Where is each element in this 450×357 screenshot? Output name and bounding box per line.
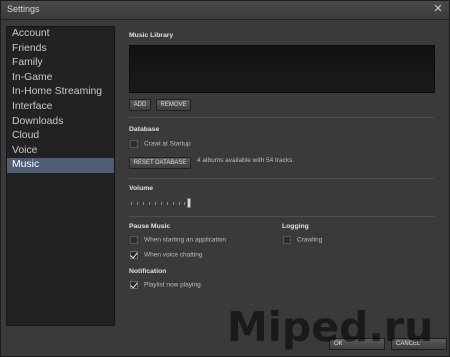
playlist-now-playing-label: Playlist now playing [144, 281, 201, 289]
sidebar-item-in-home-streaming[interactable]: In-Home Streaming [7, 85, 114, 100]
close-icon[interactable]: ✕ [431, 2, 445, 16]
music-settings-panel: Music Library ADD REMOVE Database Crawl … [122, 25, 445, 325]
pause-voice-chat-checkbox[interactable] [130, 251, 138, 259]
sidebar-item-music[interactable]: Music [7, 158, 114, 173]
settings-sidebar: Account Friends Family In-Game In-Home S… [6, 26, 115, 326]
volume-heading: Volume [129, 185, 154, 192]
sidebar-item-account[interactable]: Account [7, 27, 114, 42]
divider [129, 178, 435, 179]
slider-tick [143, 202, 144, 205]
pause-starting-app-label: When starting an application [144, 236, 227, 244]
database-heading: Database [129, 126, 160, 133]
playlist-now-playing-row[interactable]: Playlist now playing [130, 281, 201, 291]
slider-tick [149, 202, 150, 205]
slider-tick [184, 202, 185, 205]
sidebar-item-interface[interactable]: Interface [7, 100, 114, 115]
crawl-at-startup-label: Crawl at Startup [144, 140, 191, 148]
sidebar-item-downloads[interactable]: Downloads [7, 115, 114, 130]
pause-music-heading: Pause Music [129, 223, 171, 230]
database-status-text: 4 albums available with 54 tracks. [197, 157, 295, 164]
slider-tick [179, 202, 180, 205]
logging-crawling-row[interactable]: Crawling [283, 236, 322, 246]
notification-heading: Notification [129, 268, 167, 275]
slider-tick [131, 202, 132, 205]
pause-starting-app-checkbox[interactable] [130, 236, 138, 244]
sidebar-item-friends[interactable]: Friends [7, 42, 114, 57]
slider-tick [173, 202, 174, 205]
sidebar-item-in-game[interactable]: In-Game [7, 71, 114, 86]
divider [129, 216, 435, 217]
settings-window: Settings ✕ Account Friends Family In-Gam… [0, 0, 450, 357]
slider-tick [167, 202, 168, 205]
logging-heading: Logging [282, 223, 309, 230]
remove-button[interactable]: REMOVE [156, 99, 191, 111]
reset-database-button[interactable]: RESET DATABASE [129, 157, 191, 169]
sidebar-item-voice[interactable]: Voice [7, 144, 114, 159]
logging-crawling-label: Crawling [297, 236, 323, 244]
pause-voice-chat-label: When voice chatting [144, 251, 203, 259]
title-bar: Settings ✕ [1, 1, 449, 20]
add-button[interactable]: ADD [129, 99, 151, 111]
pause-voice-chat-row[interactable]: When voice chatting [130, 251, 203, 261]
crawl-at-startup-row[interactable]: Crawl at Startup [130, 140, 191, 150]
volume-slider-thumb[interactable] [187, 198, 191, 208]
pause-starting-app-row[interactable]: When starting an application [130, 236, 226, 246]
watermark: Miped.ru [227, 303, 434, 351]
divider [129, 117, 435, 118]
slider-tick [155, 202, 156, 205]
slider-tick [137, 202, 138, 205]
logging-crawling-checkbox[interactable] [283, 236, 291, 244]
window-title: Settings [7, 4, 40, 14]
sidebar-item-cloud[interactable]: Cloud [7, 129, 114, 144]
volume-slider[interactable] [129, 198, 197, 208]
slider-tick [161, 202, 162, 205]
crawl-at-startup-checkbox[interactable] [130, 140, 138, 148]
playlist-now-playing-checkbox[interactable] [130, 281, 138, 289]
sidebar-item-family[interactable]: Family [7, 56, 114, 71]
music-library-list[interactable] [129, 45, 435, 93]
music-library-heading: Music Library [129, 32, 174, 39]
